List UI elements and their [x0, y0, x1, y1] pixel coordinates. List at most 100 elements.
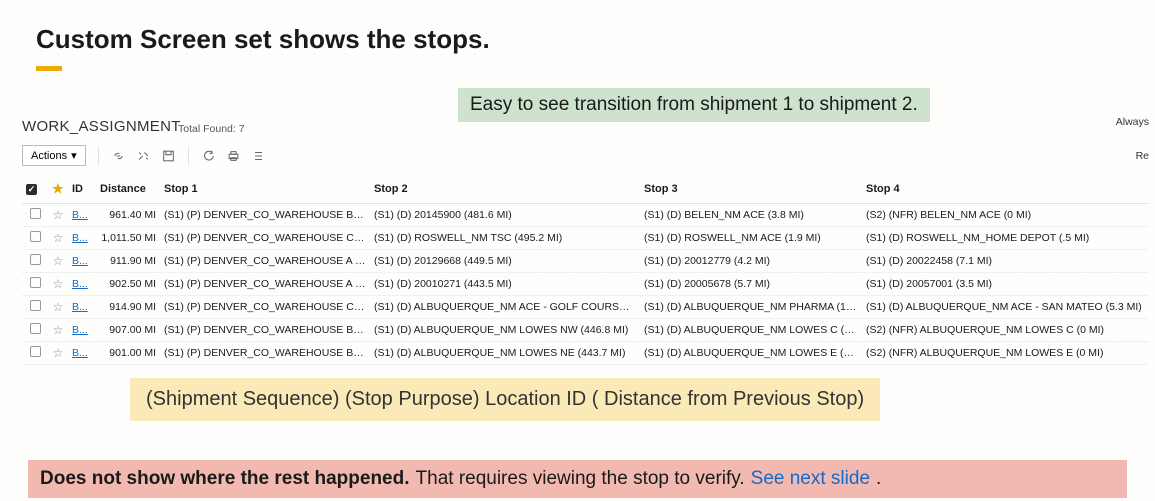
grid-toolbar: Actions ▾ — [22, 145, 266, 166]
cell-stop4: (S2) (NFR) BELEN_NM ACE (0 MI) — [862, 204, 1149, 227]
row-checkbox[interactable] — [30, 300, 41, 311]
cell-stop4: (S2) (NFR) ALBUQUERQUE_NM LOWES C (0 MI) — [862, 319, 1149, 342]
column-header-id[interactable]: ID — [68, 175, 96, 204]
refresh-icon[interactable] — [201, 149, 216, 163]
link-icon[interactable] — [111, 149, 126, 163]
callout-warning-dot: . — [876, 468, 881, 490]
actions-button-label: Actions — [31, 150, 67, 162]
callout-warning-text: That requires viewing the stop to verify… — [416, 468, 745, 490]
total-found-label: Total Found: 7 — [178, 123, 245, 135]
id-link[interactable]: B... — [72, 209, 88, 221]
row-checkbox[interactable] — [30, 231, 41, 242]
toolbar-separator — [98, 147, 99, 165]
callout-warning-bold: Does not show where the rest happened. — [40, 468, 410, 490]
cell-distance: 901.00 MI — [96, 342, 160, 365]
select-all-checkbox[interactable] — [26, 184, 37, 195]
cell-stop2: (S1) (D) ALBUQUERQUE_NM LOWES NE (443.7 … — [370, 342, 640, 365]
cell-stop3: (S1) (D) BELEN_NM ACE (3.8 MI) — [640, 204, 862, 227]
row-checkbox[interactable] — [30, 323, 41, 334]
cell-stop2: (S1) (D) ROSWELL_NM TSC (495.2 MI) — [370, 227, 640, 250]
id-link[interactable]: B... — [72, 278, 88, 290]
cell-distance: 961.40 MI — [96, 204, 160, 227]
cell-stop2: (S1) (D) 20145900 (481.6 MI) — [370, 204, 640, 227]
cell-stop4: (S1) (D) ALBUQUERQUE_NM ACE - SAN MATEO … — [862, 296, 1149, 319]
star-outline-icon[interactable]: ☆ — [53, 254, 64, 268]
print-icon[interactable] — [226, 149, 241, 163]
cell-stop4: (S1) (D) 20022458 (7.1 MI) — [862, 250, 1149, 273]
table-row[interactable]: ☆ B... 911.90 MI(S1) (P) DENVER_CO_WAREHOU… — [22, 250, 1149, 273]
table-row[interactable]: ☆ B... 961.40 MI(S1) (P) DENVER_CO_WAREHOU… — [22, 204, 1149, 227]
cell-stop2: (S1) (D) 20010271 (443.5 MI) — [370, 273, 640, 296]
partial-re-label: Re — [1136, 150, 1149, 162]
cell-distance: 902.50 MI — [96, 273, 160, 296]
star-outline-icon[interactable]: ☆ — [53, 323, 64, 337]
callout-legend: (Shipment Sequence) (Stop Purpose) Locat… — [130, 378, 880, 421]
cell-distance: 914.90 MI — [96, 296, 160, 319]
actions-button[interactable]: Actions ▾ — [22, 145, 86, 166]
cell-stop2: (S1) (D) 20129668 (449.5 MI) — [370, 250, 640, 273]
cell-stop1: (S1) (P) DENVER_CO_WAREHOUSE B (0 MI) — [160, 204, 370, 227]
cell-stop4: (S1) (D) 20057001 (3.5 MI) — [862, 273, 1149, 296]
column-header-stop4[interactable]: Stop 4 — [862, 175, 1149, 204]
cell-stop3: (S1) (D) ALBUQUERQUE_NM LOWES E (7.6 MI) — [640, 342, 862, 365]
cell-stop1: (S1) (P) DENVER_CO_WAREHOUSE A (0 MI) — [160, 250, 370, 273]
list-icon[interactable] — [251, 149, 266, 163]
column-header-favorite[interactable]: ★ — [48, 175, 68, 204]
title-underline — [36, 66, 62, 71]
caret-down-icon: ▾ — [71, 149, 77, 162]
column-header-stop2[interactable]: Stop 2 — [370, 175, 640, 204]
grid-header-row: ★ ID Distance Stop 1 Stop 2 Stop 3 Stop … — [22, 175, 1149, 204]
cell-stop4: (S2) (NFR) ALBUQUERQUE_NM LOWES E (0 MI) — [862, 342, 1149, 365]
star-icon: ★ — [52, 181, 64, 196]
cell-stop1: (S1) (P) DENVER_CO_WAREHOUSE B (0 MI) — [160, 342, 370, 365]
column-header-checkbox[interactable] — [22, 175, 48, 204]
save-icon[interactable] — [161, 149, 176, 163]
column-header-stop1[interactable]: Stop 1 — [160, 175, 370, 204]
star-outline-icon[interactable]: ☆ — [53, 231, 64, 245]
id-link[interactable]: B... — [72, 301, 88, 313]
column-header-distance[interactable]: Distance — [96, 175, 160, 204]
row-checkbox[interactable] — [30, 208, 41, 219]
callout-warning: Does not show where the rest happened. T… — [28, 460, 1127, 498]
column-header-stop3[interactable]: Stop 3 — [640, 175, 862, 204]
work-assignment-grid: ★ ID Distance Stop 1 Stop 2 Stop 3 Stop … — [22, 175, 1149, 365]
cell-stop2: (S1) (D) ALBUQUERQUE_NM ACE - GOLF COURS… — [370, 296, 640, 319]
id-link[interactable]: B... — [72, 255, 88, 267]
star-outline-icon[interactable]: ☆ — [53, 277, 64, 291]
cell-stop1: (S1) (P) DENVER_CO_WAREHOUSE A (0 MI) — [160, 273, 370, 296]
cell-stop2: (S1) (D) ALBUQUERQUE_NM LOWES NW (446.8 … — [370, 319, 640, 342]
row-checkbox[interactable] — [30, 346, 41, 357]
row-checkbox[interactable] — [30, 254, 41, 265]
table-row[interactable]: ☆ B... 901.00 MI(S1) (P) DENVER_CO_WAREHOU… — [22, 342, 1149, 365]
star-outline-icon[interactable]: ☆ — [53, 208, 64, 222]
table-row[interactable]: ☆ B... 1,011.50 MI(S1) (P) DENVER_CO_WAREH… — [22, 227, 1149, 250]
cell-distance: 911.90 MI — [96, 250, 160, 273]
id-link[interactable]: B... — [72, 232, 88, 244]
cell-stop3: (S1) (D) ALBUQUERQUE_NM PHARMA (10.6 MI) — [640, 296, 862, 319]
star-outline-icon[interactable]: ☆ — [53, 346, 64, 360]
callout-transition: Easy to see transition from shipment 1 t… — [458, 88, 930, 122]
cell-stop3: (S1) (D) 20005678 (5.7 MI) — [640, 273, 862, 296]
cell-distance: 907.00 MI — [96, 319, 160, 342]
cell-stop3: (S1) (D) ALBUQUERQUE_NM LOWES C (8.8 MI) — [640, 319, 862, 342]
always-label: Always — [1116, 116, 1149, 128]
star-outline-icon[interactable]: ☆ — [53, 300, 64, 314]
cell-stop1: (S1) (P) DENVER_CO_WAREHOUSE C (0 MI) — [160, 227, 370, 250]
row-checkbox[interactable] — [30, 277, 41, 288]
table-row[interactable]: ☆ B... 907.00 MI(S1) (P) DENVER_CO_WAREHOU… — [22, 319, 1149, 342]
see-next-slide-link[interactable]: See next slide — [751, 468, 870, 490]
toolbar-separator — [188, 147, 189, 165]
cell-stop4: (S1) (D) ROSWELL_NM_HOME DEPOT (.5 MI) — [862, 227, 1149, 250]
configure-icon[interactable] — [136, 149, 151, 163]
table-row[interactable]: ☆ B... 914.90 MI(S1) (P) DENVER_CO_WAREHOU… — [22, 296, 1149, 319]
cell-stop1: (S1) (P) DENVER_CO_WAREHOUSE C (0 MI) — [160, 296, 370, 319]
cell-stop3: (S1) (D) 20012779 (4.2 MI) — [640, 250, 862, 273]
screen-name-label: WORK_ASSIGNMENT — [22, 118, 181, 135]
cell-stop1: (S1) (P) DENVER_CO_WAREHOUSE B (0 MI) — [160, 319, 370, 342]
cell-stop3: (S1) (D) ROSWELL_NM ACE (1.9 MI) — [640, 227, 862, 250]
page-title: Custom Screen set shows the stops. — [36, 24, 490, 55]
table-row[interactable]: ☆ B... 902.50 MI(S1) (P) DENVER_CO_WAREHOU… — [22, 273, 1149, 296]
id-link[interactable]: B... — [72, 347, 88, 359]
id-link[interactable]: B... — [72, 324, 88, 336]
cell-distance: 1,011.50 MI — [96, 227, 160, 250]
